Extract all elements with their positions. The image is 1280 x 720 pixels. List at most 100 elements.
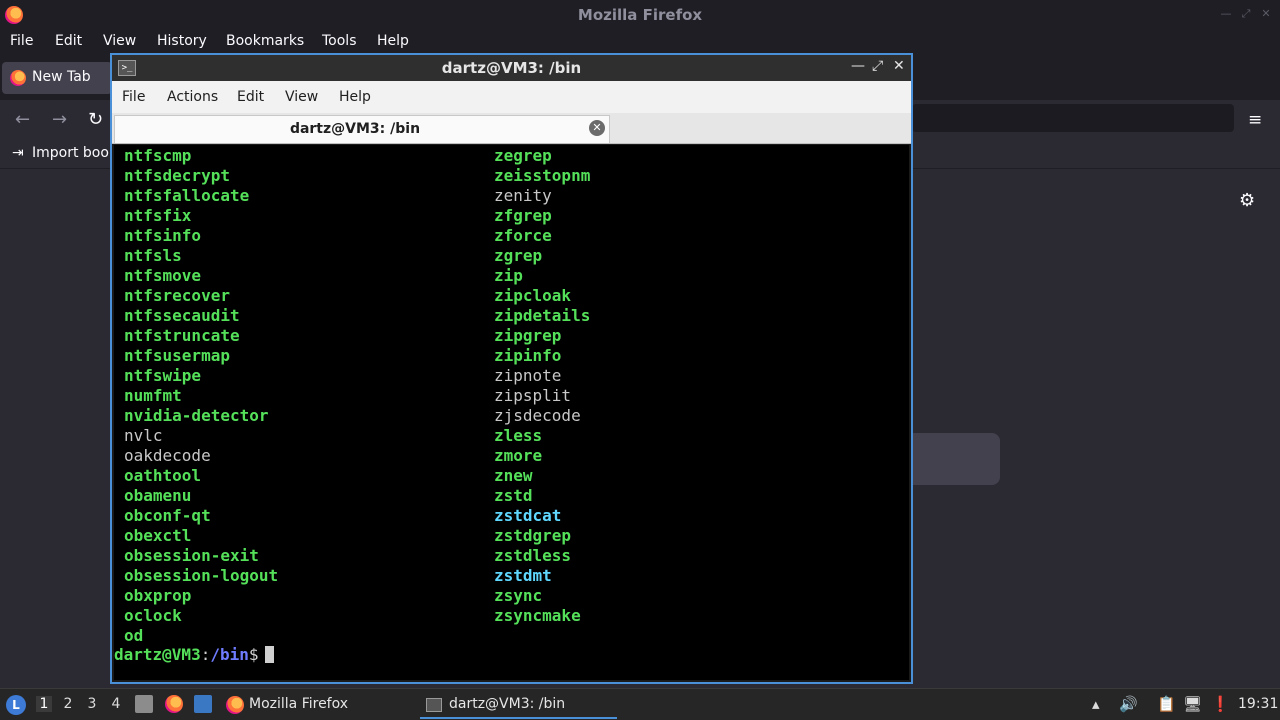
text-cursor [264, 646, 274, 663]
listing-entry: obsession-exit [124, 546, 259, 565]
start-menu-icon[interactable]: L [6, 695, 26, 715]
listing-entry: ntfsinfo [124, 226, 202, 245]
menu-tools[interactable]: Tools [322, 33, 357, 49]
listing-entry: zless [494, 426, 543, 445]
desktop-3[interactable]: 3 [84, 696, 100, 712]
listing-entry: zipdetails [494, 306, 591, 325]
listing-entry: zmore [494, 446, 543, 465]
listing-entry: zipcloak [494, 286, 572, 305]
listing-entry: ntfsrecover [124, 286, 230, 305]
listing-entry: zsyncmake [494, 606, 581, 625]
tab-close-icon[interactable]: ✕ [589, 120, 605, 136]
prompt-path: /bin [210, 645, 249, 664]
listing-entry: numfmt [124, 386, 182, 405]
listing-right-column: zegrep zeisstopnm zenity zfgrep zforce zgrep z… [494, 146, 590, 626]
listing-entry: ntfsfallocate [124, 186, 250, 205]
terminal-menu-help[interactable]: Help [339, 89, 371, 105]
import-icon: ⇥ [12, 145, 24, 161]
firefox-menubar: File Edit View History Bookmarks Tools H… [0, 30, 1280, 54]
terminal-screen[interactable]: ntfscmp ntfsdecrypt ntfsfallocate ntfsfix nt… [114, 145, 909, 680]
firefox-tab-icon [10, 70, 26, 86]
listing-entry: ntfsls [124, 246, 182, 265]
listing-entry: zipnote [494, 366, 562, 385]
terminal-tabbar: dartz@VM3: /bin ✕ [112, 113, 911, 144]
terminal-window: >_ dartz@VM3: /bin — ⤢ ✕ File Actions Ed… [110, 53, 913, 684]
task-firefox[interactable]: Mozilla Firefox [222, 690, 412, 719]
file-manager-icon[interactable] [135, 695, 153, 713]
listing-entry: zgrep [494, 246, 543, 265]
back-icon[interactable]: ← [15, 109, 30, 130]
listing-entry: oathtool [124, 466, 202, 485]
forward-icon[interactable]: → [52, 109, 67, 130]
listing-entry: zeisstopnm [494, 166, 591, 185]
listing-entry: obamenu [124, 486, 192, 505]
listing-entry: zstd [494, 486, 533, 505]
show-desktop-icon[interactable] [194, 695, 212, 713]
reload-icon[interactable]: ↻ [88, 109, 103, 130]
terminal-menu-edit[interactable]: Edit [237, 89, 264, 105]
prompt-sign: $ [248, 645, 259, 664]
listing-entry: obxprop [124, 586, 192, 605]
listing-entry: oakdecode [124, 446, 211, 465]
hamburger-menu-icon[interactable]: ≡ [1248, 110, 1262, 130]
terminal-tab[interactable]: dartz@VM3: /bin ✕ [114, 115, 610, 143]
listing-left-column: ntfscmp ntfsdecrypt ntfsfallocate ntfsfix nt… [124, 146, 278, 646]
close-icon[interactable]: ✕ [893, 58, 905, 74]
url-bar[interactable] [912, 104, 1234, 132]
listing-entry: nvlc [124, 426, 163, 445]
listing-entry: zipgrep [494, 326, 562, 345]
maximize-icon[interactable]: ⤢ [1240, 8, 1252, 20]
notification-icon[interactable]: ❗ [1211, 695, 1230, 713]
terminal-menu-file[interactable]: File [122, 89, 145, 105]
desktop-2[interactable]: 2 [60, 696, 76, 712]
terminal-tab-label: dartz@VM3: /bin [289, 121, 421, 137]
volume-icon[interactable]: 🔊 [1119, 695, 1138, 713]
menu-file[interactable]: File [10, 33, 33, 49]
listing-entry: ntfswipe [124, 366, 202, 385]
gear-icon[interactable]: ⚙ [1239, 190, 1255, 211]
desktop-4[interactable]: 4 [108, 696, 124, 712]
minimize-icon[interactable]: — [1220, 8, 1232, 20]
terminal-titlebar[interactable]: >_ dartz@VM3: /bin — ⤢ ✕ [112, 55, 911, 81]
menu-view[interactable]: View [103, 33, 136, 49]
listing-entry: obconf-qt [124, 506, 211, 525]
menu-history[interactable]: History [157, 33, 207, 49]
firefox-titlebar: Mozilla Firefox — ⤢ ✕ [0, 0, 1280, 30]
task-label: Mozilla Firefox [249, 696, 349, 712]
listing-entry: zstdless [494, 546, 572, 565]
firefox-launcher-icon[interactable] [165, 695, 183, 713]
maximize-icon[interactable]: ⤢ [872, 58, 883, 74]
listing-entry: zenity [494, 186, 552, 205]
newtab-card[interactable] [912, 433, 1000, 485]
clock: 19:31 [1238, 696, 1279, 712]
menu-help[interactable]: Help [377, 33, 409, 49]
terminal-menu-actions[interactable]: Actions [167, 89, 218, 105]
firefox-icon [226, 696, 244, 714]
close-icon[interactable]: ✕ [1260, 8, 1272, 20]
taskbar: L 1 2 3 4 Mozilla Firefox dartz@VM3: /bi… [0, 688, 1280, 720]
listing-entry: zstdcat [494, 506, 562, 525]
desktop-1[interactable]: 1 [36, 696, 52, 712]
task-label: dartz@VM3: /bin [449, 696, 566, 712]
listing-entry: ntfssecaudit [124, 306, 240, 325]
listing-entry: zsync [494, 586, 543, 605]
import-bookmarks-button[interactable]: Import book [32, 145, 117, 161]
prompt-separator: : [200, 645, 211, 664]
listing-entry: ntfsfix [124, 206, 192, 225]
clipboard-icon[interactable]: 📋 [1157, 695, 1176, 713]
listing-entry: zegrep [494, 146, 552, 165]
listing-entry: zstdmt [494, 566, 552, 585]
terminal-window-title: dartz@VM3: /bin [441, 59, 582, 77]
minimize-icon[interactable]: — [851, 58, 865, 74]
menu-bookmarks[interactable]: Bookmarks [226, 33, 304, 49]
listing-entry: zforce [494, 226, 552, 245]
task-terminal[interactable]: dartz@VM3: /bin [420, 690, 617, 719]
network-icon[interactable]: 🖥 [1183, 695, 1202, 713]
menu-edit[interactable]: Edit [55, 33, 82, 49]
terminal-menu-view[interactable]: View [285, 89, 318, 105]
listing-entry: zip [494, 266, 523, 285]
tray-expand-icon[interactable]: ▴ [1092, 695, 1100, 713]
shell-prompt[interactable]: dartz@VM3:/bin$ [114, 645, 274, 665]
terminal-icon [426, 698, 442, 712]
tab-new-tab[interactable]: New Tab [2, 62, 112, 94]
